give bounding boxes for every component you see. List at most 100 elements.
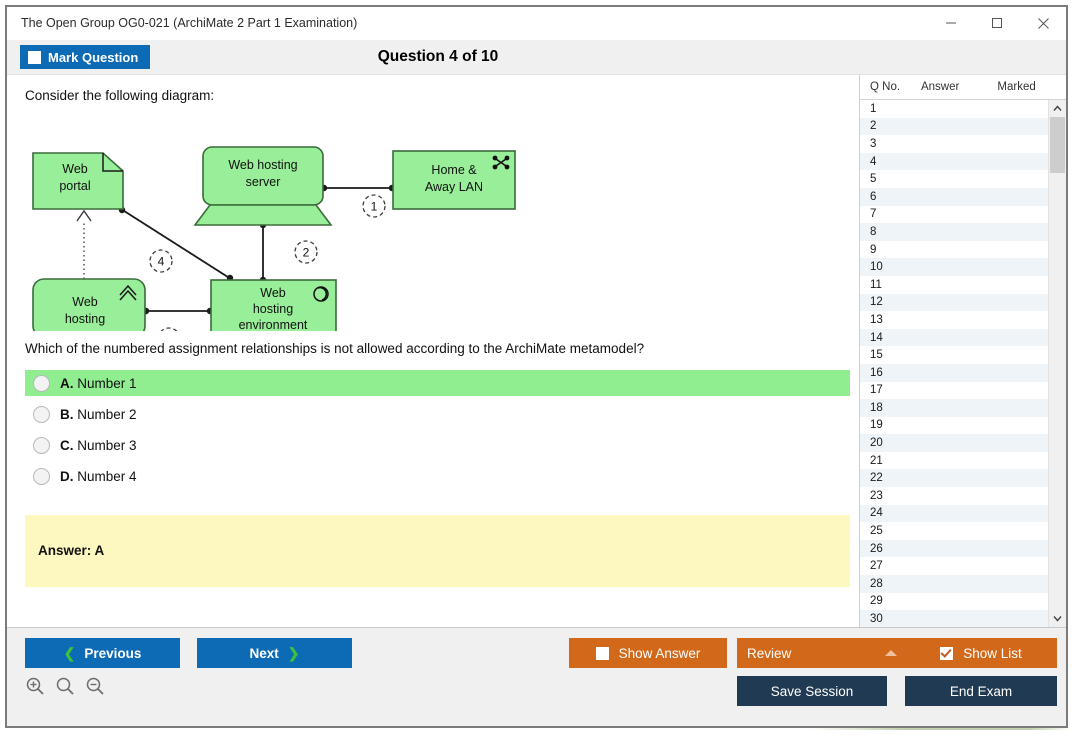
zoom-reset-icon[interactable] xyxy=(55,676,75,696)
show-answer-button[interactable]: Show Answer xyxy=(569,638,727,668)
question-row-number: 1 xyxy=(870,102,877,115)
question-row-number: 11 xyxy=(870,278,882,291)
question-list-row[interactable]: 25 xyxy=(860,522,1048,540)
question-row-number: 20 xyxy=(870,437,883,450)
scroll-up-button[interactable] xyxy=(1049,100,1066,117)
scroll-down-button[interactable] xyxy=(1049,610,1066,627)
question-list-row[interactable]: 29 xyxy=(860,593,1048,611)
question-list-row[interactable]: 28 xyxy=(860,575,1048,593)
question-list-row[interactable]: 10 xyxy=(860,258,1048,276)
previous-button-label: Previous xyxy=(84,645,142,661)
review-dropdown[interactable]: Review xyxy=(737,638,907,668)
question-row-number: 26 xyxy=(870,542,883,555)
question-list-row[interactable]: 8 xyxy=(860,223,1048,241)
question-list-row[interactable]: 26 xyxy=(860,539,1048,558)
maximize-button[interactable] xyxy=(974,7,1020,39)
chevron-left-icon: ❮ xyxy=(63,645,76,661)
answer-option-d[interactable]: D. Number 4 xyxy=(25,463,850,489)
archimate-diagram: .nf { fill: #99ee99; stroke: #3b6b3b; st… xyxy=(25,111,545,331)
question-list-scrollbar[interactable] xyxy=(1048,100,1066,627)
mark-question-checkbox[interactable] xyxy=(28,50,41,64)
next-button[interactable]: Next ❯ xyxy=(197,638,352,668)
zoom-out-icon[interactable] xyxy=(85,676,105,696)
question-list-row[interactable]: 30 xyxy=(860,610,1048,627)
show-answer-checkbox[interactable] xyxy=(595,646,609,660)
question-list-row[interactable]: 22 xyxy=(860,469,1048,488)
question-list-row[interactable]: 14 xyxy=(860,328,1048,347)
question-list-row[interactable]: 16 xyxy=(860,363,1048,382)
previous-button[interactable]: ❮ Previous xyxy=(25,638,180,668)
radio-option-c[interactable] xyxy=(33,436,50,454)
question-list-row[interactable]: 20 xyxy=(860,434,1048,452)
question-list-row[interactable]: 21 xyxy=(860,452,1048,470)
question-row-number: 5 xyxy=(870,173,877,186)
answer-option-c[interactable]: C. Number 3 xyxy=(25,432,850,458)
question-list-row[interactable]: 15 xyxy=(860,346,1048,364)
question-list-row[interactable]: 6 xyxy=(860,187,1048,206)
question-list-row[interactable]: 5 xyxy=(860,170,1048,188)
zoom-in-icon[interactable] xyxy=(25,676,45,696)
question-list-row[interactable]: 11 xyxy=(860,276,1048,294)
question-row-number: 8 xyxy=(870,225,877,238)
question-row-number: 19 xyxy=(870,419,883,432)
radio-option-d[interactable] xyxy=(33,467,50,485)
question-list-row[interactable]: 7 xyxy=(860,206,1048,224)
maximize-icon xyxy=(992,18,1002,28)
marker-1-label: 1 xyxy=(371,200,378,214)
answer-option-b[interactable]: B. Number 2 xyxy=(25,401,850,427)
question-row-number: 6 xyxy=(870,190,877,203)
column-header-marked: Marked xyxy=(997,81,1036,93)
env-label-line-3: environment xyxy=(239,318,308,331)
question-pane: Consider the following diagram: .nf { fi… xyxy=(7,75,859,627)
option-c-label: C. Number 3 xyxy=(60,437,137,453)
question-list-row[interactable]: 1 xyxy=(860,100,1048,118)
show-list-label: Show List xyxy=(963,645,1022,661)
question-list-row[interactable]: 24 xyxy=(860,504,1048,523)
question-row-number: 28 xyxy=(870,577,883,590)
radio-option-a[interactable] xyxy=(33,374,50,392)
diagram-svg: .nf { fill: #99ee99; stroke: #3b6b3b; st… xyxy=(32,146,516,331)
minimize-button[interactable] xyxy=(928,7,974,39)
show-list-button[interactable]: Show List xyxy=(905,638,1057,668)
web-portal-label-line-1: Web xyxy=(62,162,88,176)
question-list-row[interactable]: 3 xyxy=(860,135,1048,153)
question-list-row[interactable]: 19 xyxy=(860,417,1048,435)
question-list-row[interactable]: 9 xyxy=(860,241,1048,259)
save-session-button[interactable]: Save Session xyxy=(737,676,887,706)
question-row-number: 14 xyxy=(870,331,883,344)
review-label: Review xyxy=(747,645,792,661)
question-row-number: 17 xyxy=(870,384,883,397)
question-row-number: 24 xyxy=(870,507,883,520)
question-row-number: 13 xyxy=(870,313,883,326)
radio-option-b[interactable] xyxy=(33,405,50,423)
question-list-row[interactable]: 18 xyxy=(860,399,1048,417)
question-row-number: 22 xyxy=(870,472,883,485)
diagram-node-home-away-lan: Home & Away LAN xyxy=(392,150,516,210)
question-list-row[interactable]: 12 xyxy=(860,293,1048,312)
show-list-checkbox[interactable] xyxy=(940,646,954,660)
question-row-number: 3 xyxy=(870,137,877,150)
question-list-row[interactable]: 27 xyxy=(860,557,1048,575)
question-prompt: Which of the numbered assignment relatio… xyxy=(25,341,645,356)
question-list-row[interactable]: 2 xyxy=(860,117,1048,136)
diagram-marker-1: 1 xyxy=(362,194,386,218)
question-list-row[interactable]: 4 xyxy=(860,152,1048,171)
answer-option-a[interactable]: A. Number 1 xyxy=(25,370,850,396)
scrollbar-thumb[interactable] xyxy=(1050,117,1065,173)
next-button-label: Next xyxy=(249,645,279,661)
mark-question-button[interactable]: Mark Question xyxy=(20,45,151,69)
end-exam-label: End Exam xyxy=(949,683,1013,699)
question-list-row[interactable]: 23 xyxy=(860,487,1048,505)
question-list-row[interactable]: 17 xyxy=(860,382,1048,400)
question-row-number: 21 xyxy=(870,454,883,467)
question-list-row[interactable]: 13 xyxy=(860,311,1048,329)
realization-arrowhead xyxy=(76,209,92,222)
end-exam-button[interactable]: End Exam xyxy=(905,676,1057,706)
question-row-number: 10 xyxy=(870,261,883,274)
question-row-number: 29 xyxy=(870,595,883,608)
question-row-number: 12 xyxy=(870,296,883,309)
chevron-right-icon: ❯ xyxy=(287,645,300,661)
close-button[interactable] xyxy=(1020,7,1066,39)
server-label-line-2: server xyxy=(246,175,281,189)
mark-question-label: Mark Question xyxy=(48,49,139,65)
